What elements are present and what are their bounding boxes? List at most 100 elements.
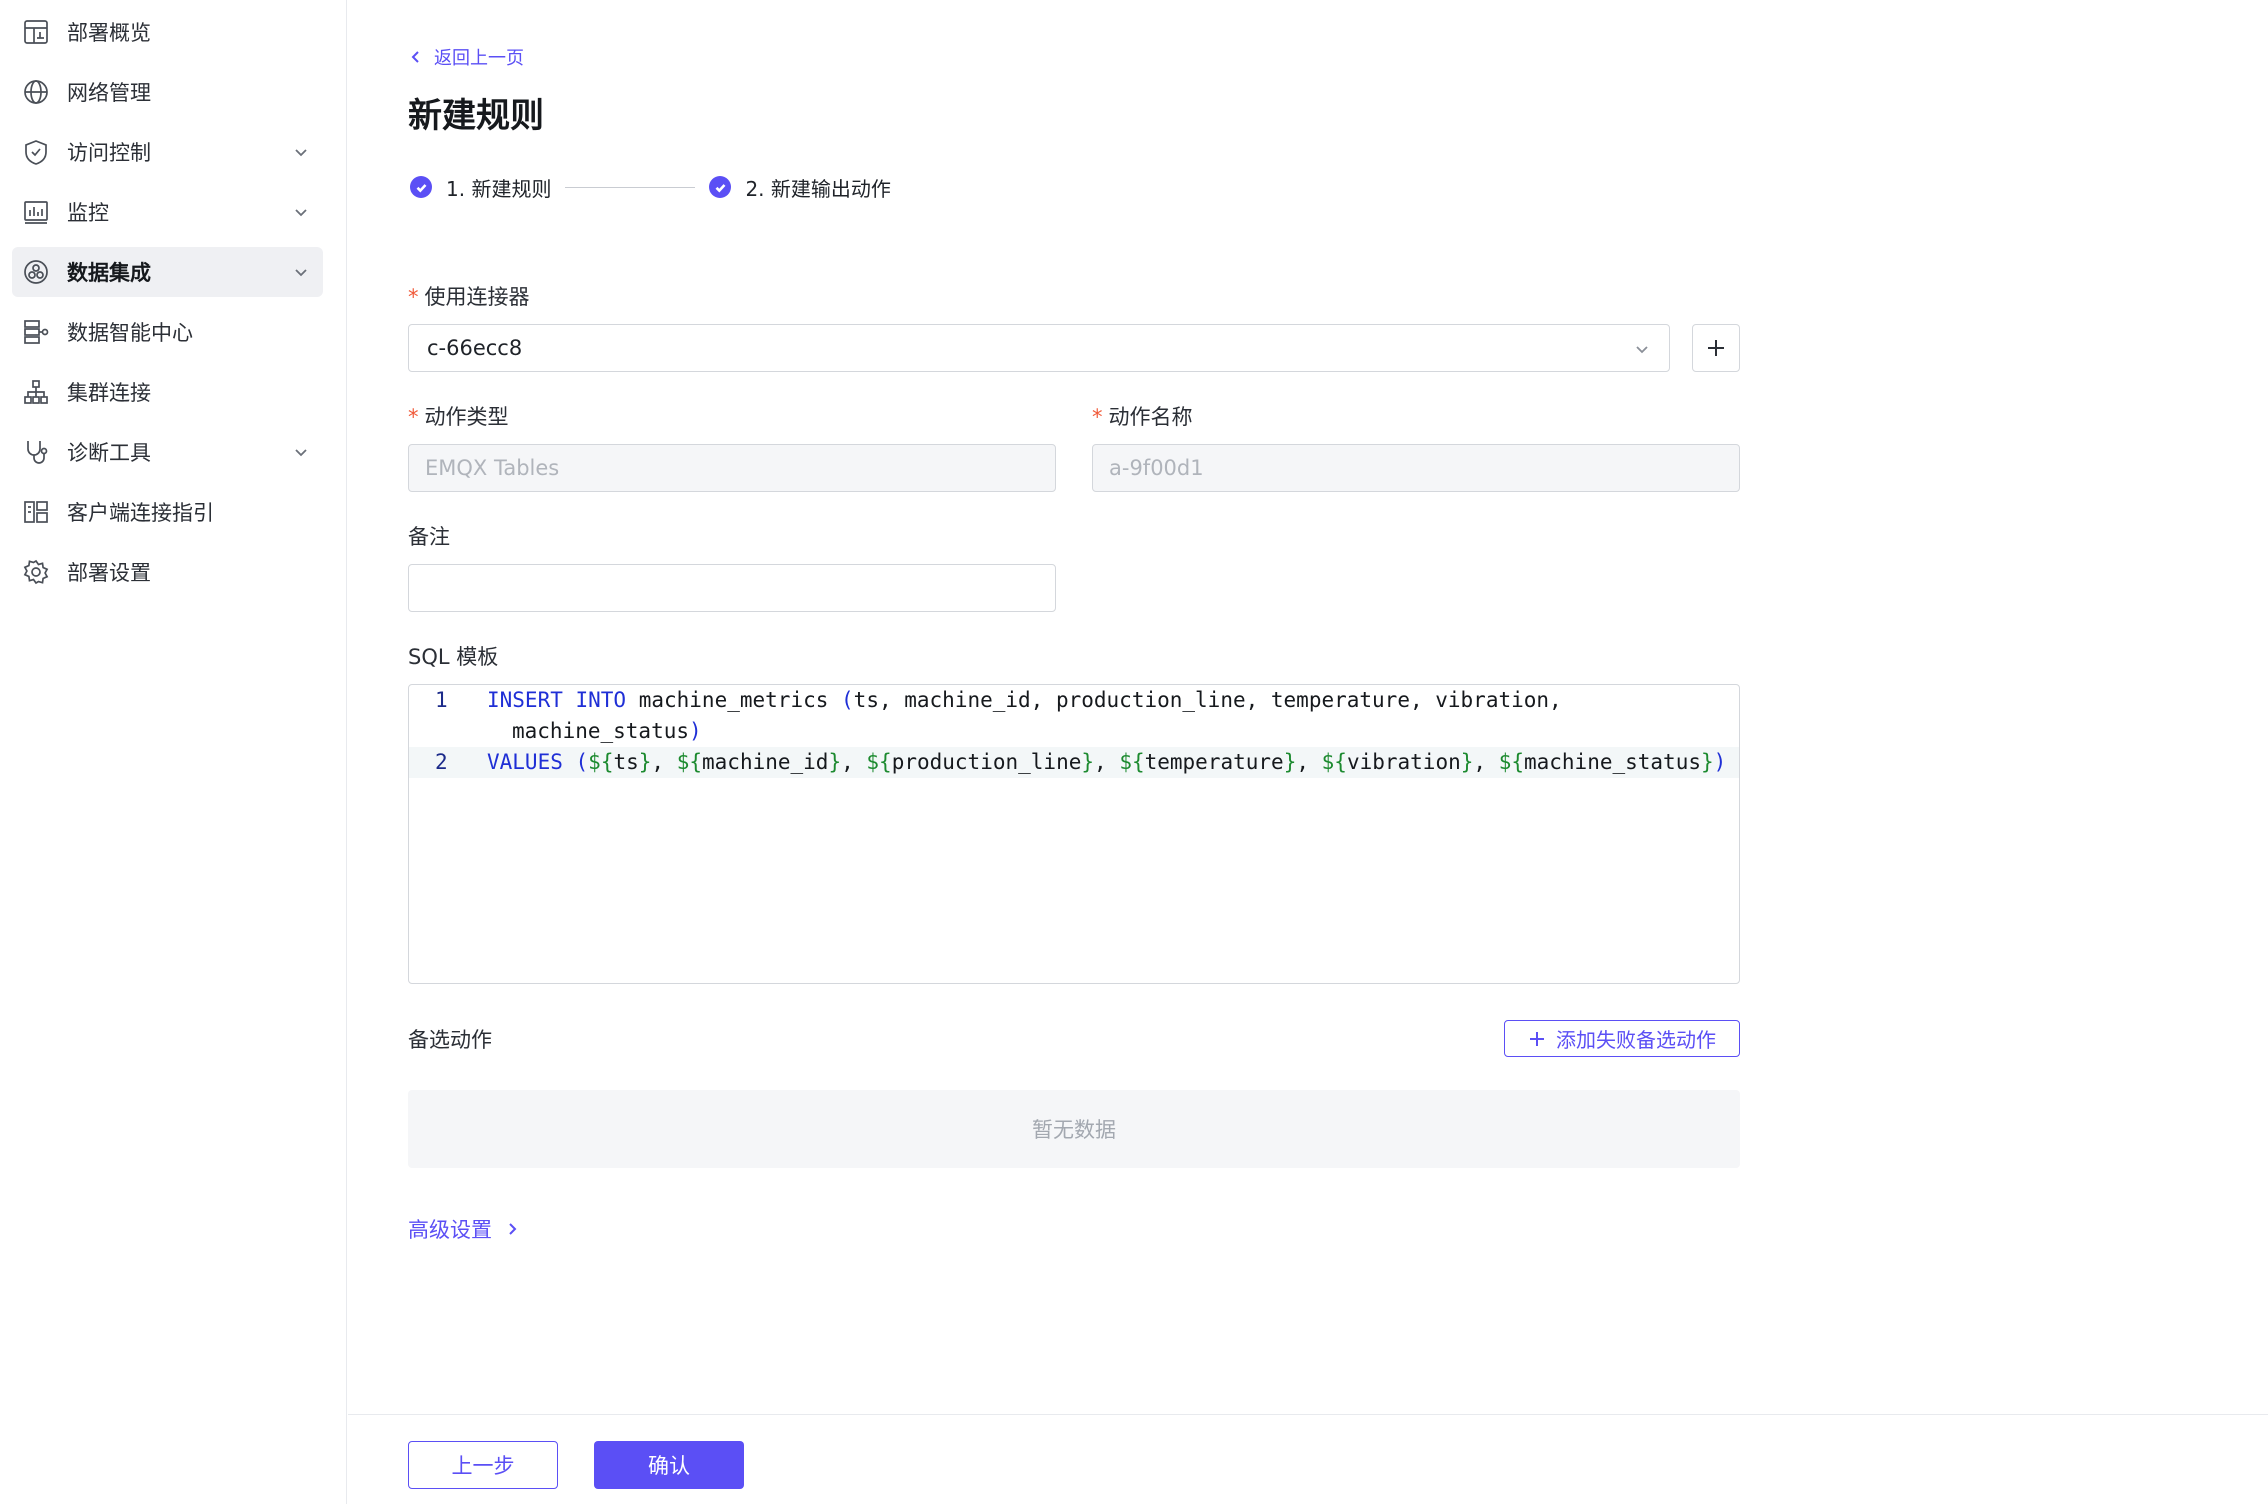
step-connector — [565, 186, 696, 188]
sql-var: temperature — [1144, 750, 1284, 774]
code-line-1: 1 INSERT INTO machine_metrics (ts, machi… — [409, 685, 1739, 747]
chevron-down-icon — [1633, 339, 1651, 363]
sidebar-item-client-guide[interactable]: 客户端连接指引 — [12, 487, 323, 537]
chevron-left-icon — [411, 51, 419, 63]
sql-keyword: VALUES — [487, 750, 563, 774]
back-link[interactable]: 返回上一页 — [408, 44, 524, 70]
gear-icon — [20, 556, 52, 588]
sidebar-item-access-control[interactable]: 访问控制 — [12, 127, 323, 177]
data-center-icon — [20, 316, 52, 348]
required-mark: * — [408, 405, 419, 429]
fallback-empty: 暂无数据 — [408, 1090, 1740, 1168]
sql-var: ts — [613, 750, 639, 774]
cluster-icon — [20, 376, 52, 408]
code-text: VALUES (${ts}, ${machine_id}, ${producti… — [487, 750, 1727, 774]
sidebar-item-label: 客户端连接指引 — [67, 501, 214, 525]
sql-label: SQL 模板 — [408, 645, 499, 669]
dashboard-icon — [20, 16, 52, 48]
sidebar: 部署概览 网络管理 访问控制 监控 数据集成 数据智能中心 集群连接 诊断工具 … — [0, 0, 347, 1504]
empty-text: 暂无数据 — [1032, 1118, 1116, 1142]
sql-bracket: ) — [1713, 750, 1727, 774]
confirm-button[interactable]: 确认 — [594, 1441, 744, 1489]
action-type-placeholder: EMQX Tables — [425, 456, 560, 480]
note-input[interactable] — [408, 564, 1056, 612]
sql-bracket: ( — [841, 688, 854, 712]
sidebar-item-deploy-settings[interactable]: 部署设置 — [12, 547, 323, 597]
prev-button[interactable]: 上一步 — [408, 1441, 558, 1489]
add-connector-button[interactable] — [1692, 324, 1740, 372]
sidebar-item-label: 网络管理 — [67, 81, 151, 105]
chevron-down-icon[interactable] — [291, 202, 311, 222]
action-name-placeholder: a-9f00d1 — [1109, 456, 1204, 480]
required-mark: * — [408, 285, 419, 309]
connector-select[interactable]: c-66ecc8 — [408, 324, 1670, 372]
sidebar-item-label: 诊断工具 — [67, 441, 151, 465]
line-number: 2 — [435, 750, 448, 774]
action-type-input[interactable]: EMQX Tables — [408, 444, 1056, 492]
sidebar-item-cluster-link[interactable]: 集群连接 — [12, 367, 323, 417]
sql-var: production_line — [891, 750, 1082, 774]
add-fallback-label: 添加失败备选动作 — [1556, 1028, 1716, 1052]
action-type-label: * 动作类型 — [408, 401, 509, 431]
sql-keyword: INSERT INTO — [487, 688, 627, 712]
chart-icon — [20, 196, 52, 228]
shield-icon — [20, 136, 52, 168]
sql-editor[interactable]: 1 INSERT INTO machine_metrics (ts, machi… — [408, 684, 1740, 984]
check-icon — [410, 176, 432, 198]
client-guide-icon — [20, 496, 52, 528]
check-icon — [709, 176, 732, 198]
sql-columns-wrap: machine_status — [512, 719, 690, 743]
sql-columns: ts, machine_id, production_line, tempera… — [853, 688, 1562, 712]
connector-label: * 使用连接器 — [408, 281, 530, 311]
step-1: 1. 新建规则 — [410, 173, 551, 202]
code-line-2: 2 VALUES (${ts}, ${machine_id}, ${produc… — [409, 747, 1739, 778]
globe-icon — [20, 76, 52, 108]
sidebar-item-label: 访问控制 — [67, 141, 151, 165]
required-mark: * — [1092, 405, 1103, 429]
sql-bracket: ( — [575, 750, 589, 774]
step-label: 2. 新建输出动作 — [745, 176, 891, 201]
page-title: 新建规则 — [408, 96, 544, 136]
sidebar-item-overview[interactable]: 部署概览 — [12, 7, 323, 57]
sidebar-item-data-center[interactable]: 数据智能中心 — [12, 307, 323, 357]
steps: 1. 新建规则 2. 新建输出动作 — [410, 170, 891, 204]
sidebar-item-label: 集群连接 — [67, 381, 151, 405]
step-2: 2. 新建输出动作 — [709, 173, 891, 202]
sidebar-item-label: 数据智能中心 — [67, 321, 193, 345]
action-name-input[interactable]: a-9f00d1 — [1092, 444, 1740, 492]
action-type-label-text: 动作类型 — [424, 405, 509, 429]
fallback-label: 备选动作 — [408, 1028, 492, 1052]
sql-var: machine_id — [702, 750, 829, 774]
sidebar-item-label: 部署设置 — [67, 561, 151, 585]
note-label: 备注 — [408, 525, 450, 549]
plus-icon — [1708, 340, 1724, 356]
code-text-wrap: machine_status) — [512, 716, 702, 747]
sql-var: vibration — [1346, 750, 1461, 774]
chevron-down-icon[interactable] — [291, 142, 311, 162]
action-name-label: * 动作名称 — [1092, 401, 1193, 431]
advanced-settings-label: 高级设置 — [408, 1218, 492, 1242]
advanced-settings-link[interactable]: 高级设置 — [408, 1214, 520, 1244]
chevron-down-icon[interactable] — [291, 262, 311, 282]
sidebar-item-label: 监控 — [67, 201, 109, 225]
integration-icon — [20, 256, 52, 288]
connector-select-value: c-66ecc8 — [427, 336, 523, 360]
stethoscope-icon — [20, 436, 52, 468]
sidebar-item-label: 部署概览 — [67, 21, 151, 45]
sidebar-item-diagnostics[interactable]: 诊断工具 — [12, 427, 323, 477]
connector-label-text: 使用连接器 — [424, 285, 530, 309]
action-name-label-text: 动作名称 — [1108, 405, 1193, 429]
back-link-label: 返回上一页 — [434, 48, 524, 69]
sidebar-item-monitoring[interactable]: 监控 — [12, 187, 323, 237]
sql-var: machine_status — [1523, 750, 1701, 774]
sidebar-item-network[interactable]: 网络管理 — [12, 67, 323, 117]
chevron-down-icon[interactable] — [291, 442, 311, 462]
sidebar-item-label: 数据集成 — [67, 261, 151, 285]
sidebar-item-data-integration[interactable]: 数据集成 — [12, 247, 323, 297]
line-number: 1 — [435, 688, 448, 712]
add-fallback-button[interactable]: 添加失败备选动作 — [1504, 1020, 1740, 1057]
step-label: 1. 新建规则 — [446, 176, 552, 201]
plus-icon — [1530, 1031, 1544, 1046]
sql-table: machine_metrics — [626, 688, 842, 712]
code-text: INSERT INTO machine_metrics (ts, machine… — [487, 685, 1562, 716]
